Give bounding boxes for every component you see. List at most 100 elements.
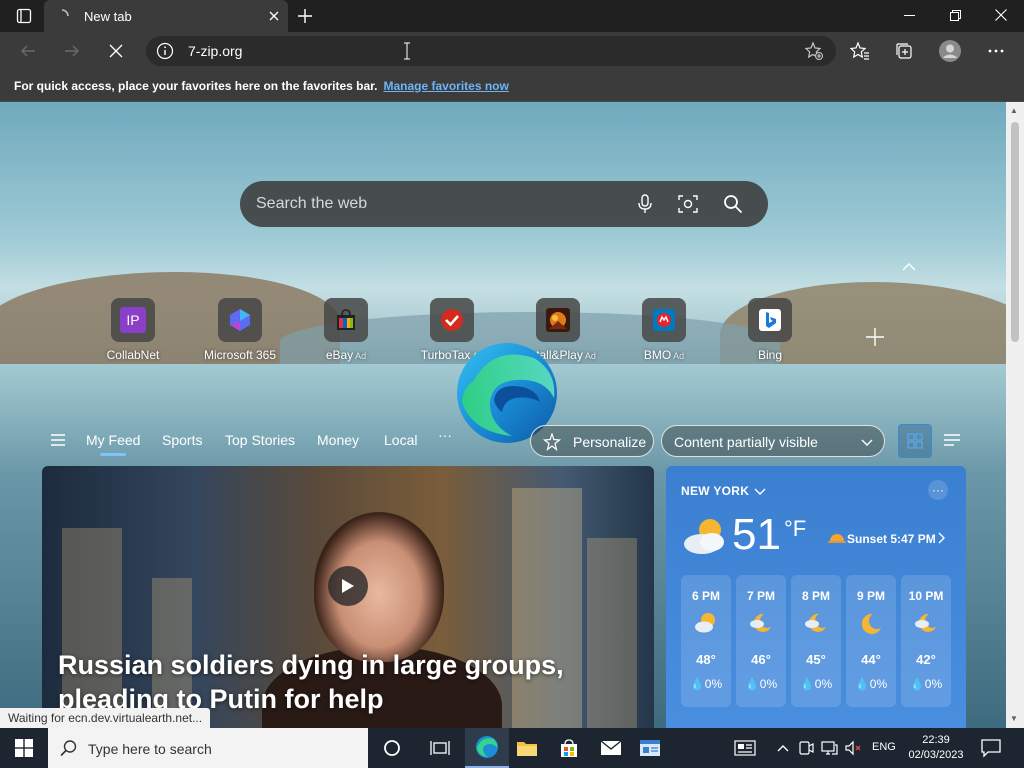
ebay-tile <box>324 298 368 342</box>
quick-link-ebay[interactable]: eBay Ad <box>296 298 396 362</box>
web-search-box[interactable]: Search the web <box>240 181 768 227</box>
taskbar-search-box[interactable]: Type here to search <box>48 728 368 768</box>
chevron-up-icon[interactable] <box>774 739 792 757</box>
scrollbar-thumb[interactable] <box>1011 122 1019 342</box>
add-quick-link-icon[interactable] <box>864 326 886 348</box>
info-icon[interactable] <box>156 42 174 60</box>
droplet-icon: 💧 <box>799 677 815 691</box>
hourly-forecast-item[interactable]: 9 PM 44° 💧0% <box>846 575 896 707</box>
personalize-button[interactable]: Personalize <box>530 425 654 457</box>
favorites-button[interactable] <box>844 36 876 66</box>
weather-card[interactable]: NEW YORK ··· 51 °F Sunset 5:47 PM 6 PM 4… <box>666 466 966 728</box>
notifications-icon[interactable] <box>980 738 1002 758</box>
chevron-right-icon[interactable] <box>936 532 946 544</box>
manage-favorites-link[interactable]: Manage favorites now <box>383 79 508 93</box>
hourly-forecast-item[interactable]: 6 PM 48° 💧0% <box>681 575 731 707</box>
input-language[interactable]: ENG <box>872 741 896 753</box>
quick-link-collabnet[interactable]: IP CollabNet <box>83 298 183 362</box>
plus-icon <box>298 9 312 23</box>
clock-date: 02/03/2023 <box>908 749 964 761</box>
collections-button[interactable] <box>888 36 920 66</box>
tab-close-button[interactable] <box>260 2 288 30</box>
list-view-icon[interactable] <box>942 431 962 451</box>
add-favorite-icon[interactable] <box>804 41 824 61</box>
hero-headline[interactable]: Russian soldiers dying in large groups, … <box>58 648 638 716</box>
minimize-button[interactable] <box>886 0 932 30</box>
back-button[interactable] <box>12 36 44 66</box>
restore-button[interactable] <box>932 0 978 30</box>
temperature-unit[interactable]: °F <box>784 516 806 542</box>
collabnet-logo: IP <box>120 307 146 333</box>
tab-actions-button[interactable] <box>8 4 40 28</box>
droplet-icon: 💧 <box>689 677 705 691</box>
partly-cloudy-night-icon <box>750 613 771 632</box>
game-art-icon <box>546 308 570 332</box>
feed-tab-top-stories[interactable]: Top Stories <box>225 432 295 448</box>
network-icon[interactable] <box>820 739 838 757</box>
sunset-time[interactable]: Sunset 5:47 PM <box>847 532 936 546</box>
news-widget-icon[interactable] <box>734 739 756 757</box>
tab-actions-icon <box>16 8 32 24</box>
hero-news-card[interactable]: Russian soldiers dying in large groups, … <box>42 466 654 728</box>
hour-precipitation: 0% <box>704 677 723 691</box>
hourly-forecast-item[interactable]: 10 PM 42° 💧0% <box>901 575 951 707</box>
taskbar-clock[interactable]: 22:39 02/03/2023 <box>904 733 968 763</box>
content-visibility-select[interactable]: Content partially visible <box>661 425 885 457</box>
hourly-forecast-item[interactable]: 7 PM 46° 💧0% <box>736 575 786 707</box>
chevron-down-icon[interactable] <box>753 484 767 498</box>
settings-more-button[interactable] <box>980 36 1012 66</box>
hour-time: 8 PM <box>801 589 830 603</box>
feed-tab-money[interactable]: Money <box>317 432 359 448</box>
turbotax-logo <box>441 309 463 331</box>
page-scrollbar[interactable]: ▲ ▼ <box>1006 102 1024 728</box>
address-bar[interactable]: 7-zip.org <box>146 36 836 66</box>
quick-link-bmo[interactable]: BMO Ad <box>614 298 714 362</box>
cortana-button[interactable] <box>370 728 414 768</box>
play-video-button[interactable] <box>328 566 368 606</box>
quick-link-bing[interactable]: Bing <box>720 298 820 362</box>
task-view-button[interactable] <box>418 728 462 768</box>
menu-icon[interactable] <box>50 433 66 447</box>
edge-icon <box>476 736 498 758</box>
grid-view-button[interactable] <box>898 424 932 458</box>
more-tabs-button[interactable]: ··· <box>438 427 452 443</box>
shopping-bag-icon <box>337 309 355 330</box>
search-icon[interactable] <box>722 193 744 215</box>
new-tab-button[interactable] <box>292 4 318 28</box>
text-cursor-icon <box>404 42 410 60</box>
scroll-up-arrow-icon[interactable]: ▲ <box>1010 106 1018 115</box>
meet-now-icon[interactable] <box>797 739 815 757</box>
volume-muted-icon[interactable] <box>844 739 862 757</box>
forward-button[interactable] <box>56 36 88 66</box>
taskbar-file-explorer[interactable] <box>505 728 549 768</box>
hour-time: 6 PM <box>691 589 720 603</box>
taskbar-mail[interactable] <box>589 728 633 768</box>
weather-more-button[interactable]: ··· <box>928 480 948 500</box>
visual-search-icon[interactable] <box>677 193 699 215</box>
weather-city[interactable]: NEW YORK <box>681 484 749 498</box>
url-text[interactable]: 7-zip.org <box>188 43 242 59</box>
stop-loading-button[interactable] <box>100 36 132 66</box>
taskbar-app[interactable] <box>628 728 672 768</box>
loading-icon <box>54 8 70 24</box>
partly-cloudy-night-icon <box>695 613 715 633</box>
taskbar-edge-app[interactable] <box>465 728 509 768</box>
start-button[interactable] <box>0 728 48 768</box>
feed-tab-sports[interactable]: Sports <box>162 432 202 448</box>
profile-button[interactable] <box>934 36 966 66</box>
favorites-bar: For quick access, place your favorites h… <box>0 70 1024 102</box>
droplet-icon: 💧 <box>744 677 760 691</box>
quick-link-microsoft-365[interactable]: Microsoft 365 <box>190 298 290 362</box>
close-window-button[interactable] <box>978 0 1024 30</box>
search-icon <box>60 740 77 757</box>
hourly-forecast-item[interactable]: 8 PM 45° 💧0% <box>791 575 841 707</box>
feed-tab-local[interactable]: Local <box>384 432 417 448</box>
tab-new-tab[interactable]: New tab <box>44 0 288 32</box>
feed-tab-my-feed[interactable]: My Feed <box>86 432 140 456</box>
microphone-icon[interactable] <box>634 193 656 215</box>
taskbar-store[interactable] <box>547 728 591 768</box>
new-tab-page: Search the web IP CollabNet Microsoft 36… <box>0 102 1006 728</box>
avatar-icon <box>939 40 961 62</box>
scroll-down-arrow-icon[interactable]: ▼ <box>1010 714 1018 723</box>
chevron-up-icon[interactable] <box>900 260 918 274</box>
